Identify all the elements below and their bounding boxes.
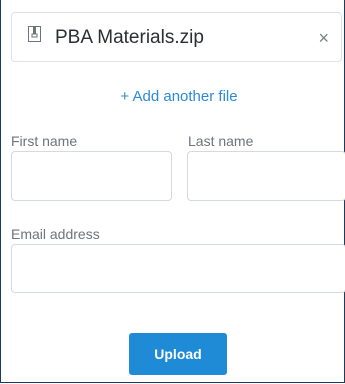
remove-file-icon[interactable]: × bbox=[318, 29, 329, 47]
uploaded-file-card: PBA Materials.zip × bbox=[11, 12, 342, 62]
first-name-label: First name bbox=[11, 133, 78, 149]
last-name-field[interactable] bbox=[187, 151, 345, 201]
email-address-label: Email address bbox=[11, 226, 100, 242]
email-address-field[interactable] bbox=[11, 244, 345, 293]
first-name-field[interactable] bbox=[11, 151, 172, 201]
upload-button[interactable]: Upload bbox=[129, 333, 227, 375]
last-name-label: Last name bbox=[188, 133, 254, 149]
zip-file-icon bbox=[28, 26, 41, 42]
add-another-file-link[interactable]: + Add another file bbox=[1, 88, 345, 105]
upload-panel: PBA Materials.zip × + Add another file F… bbox=[0, 0, 345, 383]
file-name: PBA Materials.zip bbox=[55, 27, 204, 48]
